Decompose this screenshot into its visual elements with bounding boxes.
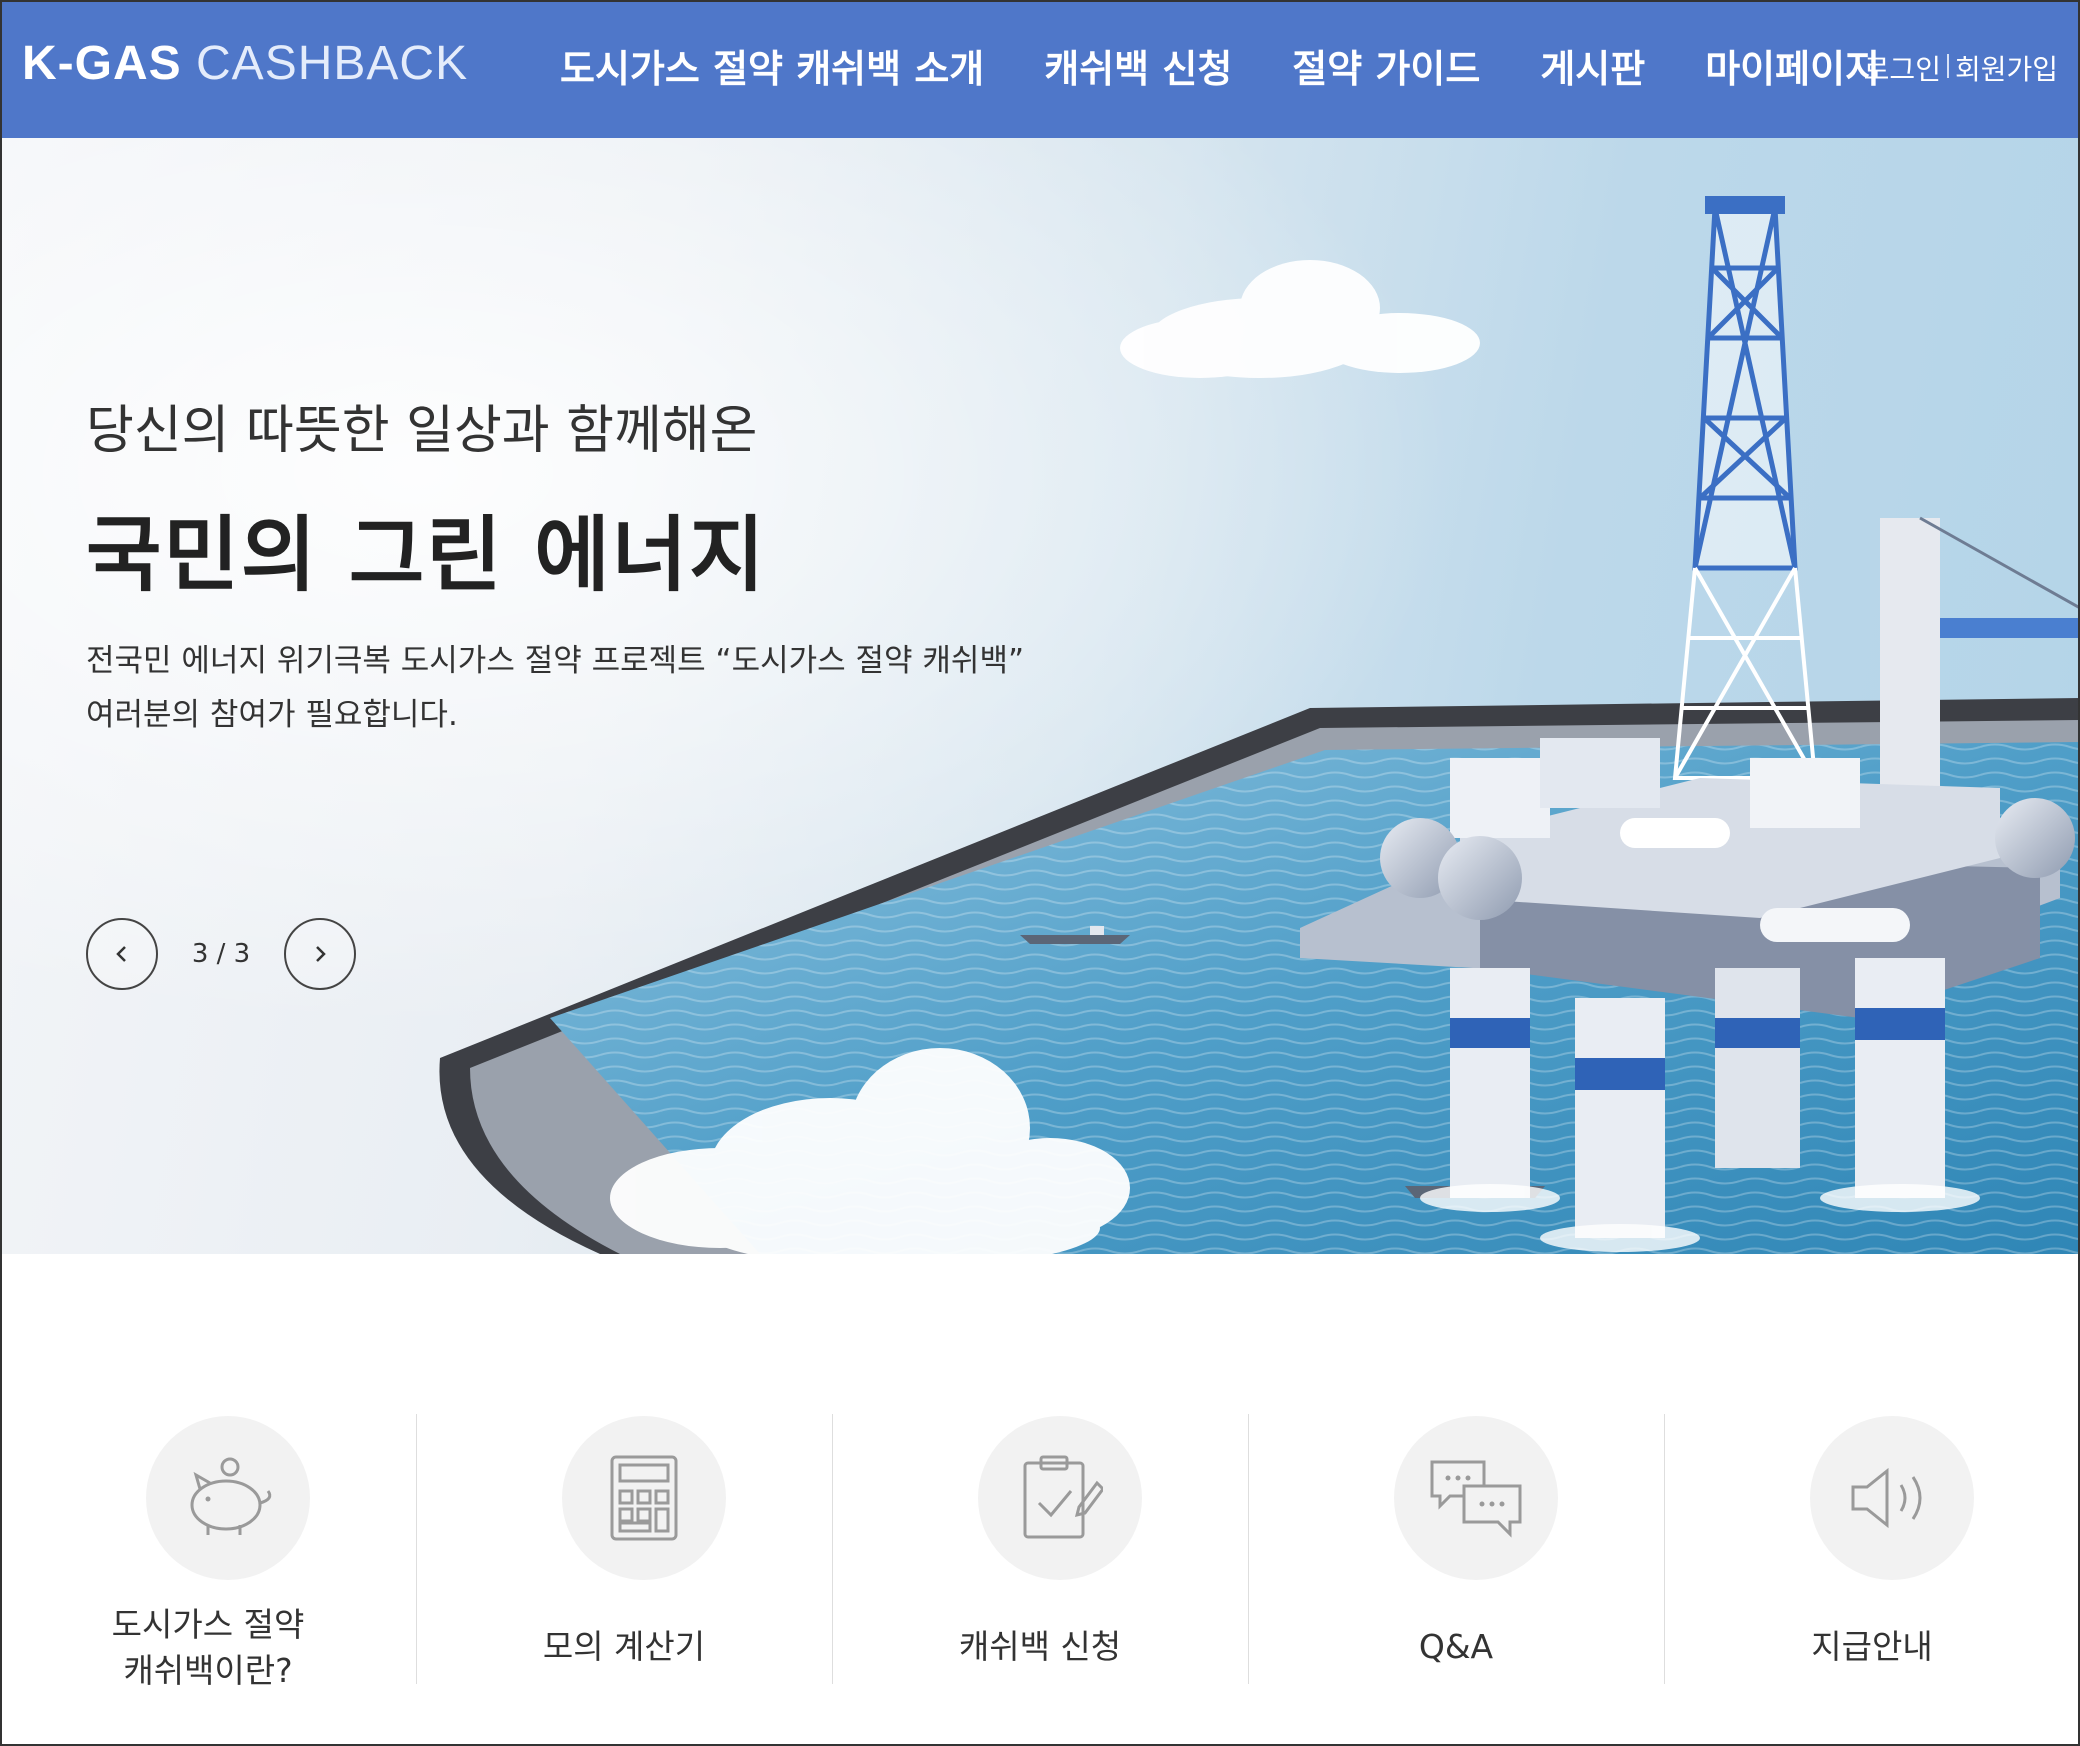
quick-label: 지급안내 bbox=[1811, 1627, 1933, 1666]
logo-light-text: CASHBACK bbox=[181, 37, 469, 90]
quick-label: 도시가스 절약 캐쉬백이란? bbox=[0, 1602, 416, 1694]
quick-icon-circle bbox=[1394, 1416, 1558, 1580]
quick-label-line2: 캐쉬백이란? bbox=[123, 1651, 293, 1690]
quick-icon-circle bbox=[562, 1416, 726, 1580]
site-logo[interactable]: K-GAS CASHBACK bbox=[22, 36, 468, 91]
quick-item-apply[interactable]: 캐쉬백 신청 bbox=[832, 1396, 1248, 1696]
quick-icon-circle bbox=[1810, 1416, 1974, 1580]
login-link[interactable]: 로그인 bbox=[1864, 48, 1941, 88]
slide-next-button[interactable] bbox=[284, 918, 356, 990]
nav-item-guide[interactable]: 절약 가이드 bbox=[1292, 38, 1480, 93]
hero-title: 국민의 그린 에너지 bbox=[86, 508, 767, 603]
clipboard-check-icon bbox=[1023, 1455, 1103, 1539]
piggy-bank-icon bbox=[190, 1457, 272, 1535]
auth-divider bbox=[1946, 54, 1949, 78]
hero-desc-line2: 여러분의 참여가 필요합니다. bbox=[86, 697, 458, 733]
quick-item-payment[interactable]: 지급안내 bbox=[1664, 1396, 2080, 1696]
hero-desc-line1: 전국민 에너지 위기극복 도시가스 절약 프로젝트 “도시가스 절약 캐쉬백” bbox=[86, 643, 1025, 679]
hero-description: 전국민 에너지 위기극복 도시가스 절약 프로젝트 “도시가스 절약 캐쉬백” … bbox=[86, 634, 1024, 742]
nav-item-intro[interactable]: 도시가스 절약 캐쉬백 소개 bbox=[560, 38, 984, 93]
chevron-right-icon bbox=[316, 946, 326, 962]
hero-subtitle: 당신의 따뜻한 일상과 함께해온 bbox=[86, 401, 758, 461]
auth-links: 로그인 회원가입 bbox=[1864, 48, 2058, 88]
quick-item-qna[interactable]: Q&A bbox=[1248, 1396, 1664, 1696]
quick-icon-circle bbox=[146, 1416, 310, 1580]
quick-label: 모의 계산기 bbox=[542, 1627, 706, 1666]
quick-label: Q&A bbox=[1418, 1627, 1494, 1666]
nav-item-mypage[interactable]: 마이페이지 bbox=[1705, 38, 1880, 93]
quick-menu: 도시가스 절약 캐쉬백이란? 모의 계산기 캐쉬백 신청 Q&A 지급안내 bbox=[0, 1396, 2080, 1696]
nav-item-apply[interactable]: 캐쉬백 신청 bbox=[1044, 38, 1232, 93]
slide-prev-button[interactable] bbox=[86, 918, 158, 990]
slide-counter: 3 / 3 bbox=[191, 939, 251, 969]
speaker-icon bbox=[1851, 1467, 1922, 1529]
nav-item-board[interactable]: 게시판 bbox=[1540, 38, 1645, 93]
quick-label-line1: 도시가스 절약 bbox=[111, 1605, 305, 1644]
top-header: K-GAS CASHBACK 도시가스 절약 캐쉬백 소개 캐쉬백 신청 절약 … bbox=[0, 0, 2080, 138]
chevron-left-icon bbox=[116, 946, 126, 962]
quick-label: 캐쉬백 신청 bbox=[958, 1627, 1122, 1666]
hero-banner: 당신의 따뜻한 일상과 함께해온 국민의 그린 에너지 전국민 에너지 위기극복… bbox=[0, 138, 2080, 1254]
slider-controls: 3 / 3 bbox=[86, 918, 356, 990]
logo-bold-text: K-GAS bbox=[22, 37, 182, 90]
signup-link[interactable]: 회원가입 bbox=[1955, 48, 2058, 88]
quick-item-calculator[interactable]: 모의 계산기 bbox=[416, 1396, 832, 1696]
chat-bubbles-icon bbox=[1430, 1460, 1522, 1538]
quick-icon-circle bbox=[978, 1416, 1142, 1580]
main-nav: 도시가스 절약 캐쉬백 소개 캐쉬백 신청 절약 가이드 게시판 마이페이지 bbox=[560, 38, 1880, 93]
calculator-icon bbox=[610, 1455, 678, 1541]
quick-item-about[interactable]: 도시가스 절약 캐쉬백이란? bbox=[0, 1396, 416, 1696]
